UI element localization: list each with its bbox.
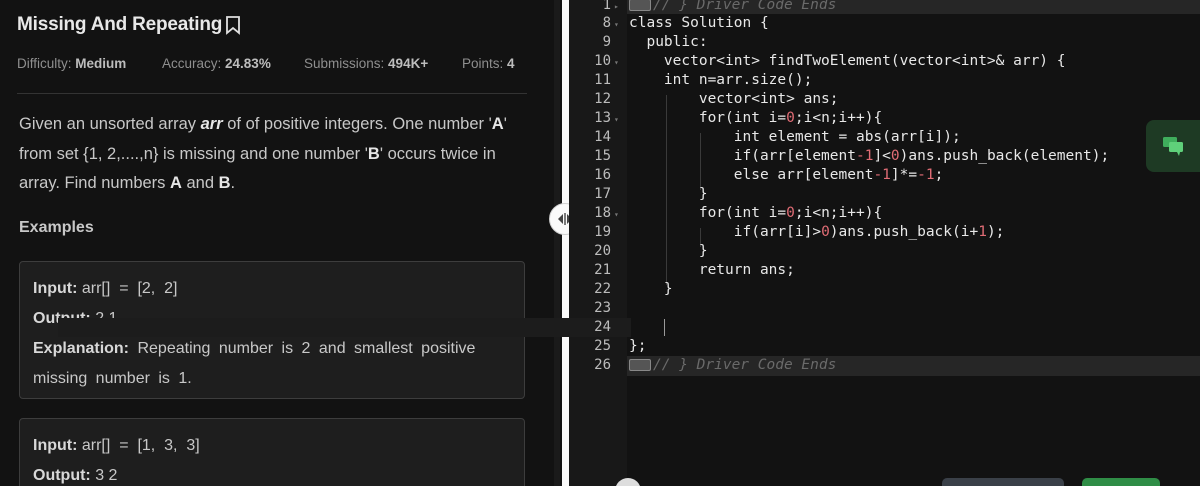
code-text: for(int i=0;i<n;i++){: [629, 110, 883, 126]
code-line[interactable]: 13 ▾ for(int i=0;i<n;i++){: [569, 109, 1200, 128]
fold-arrow-icon[interactable]: ▾: [614, 15, 619, 34]
fold-arrow-icon[interactable]: ▾: [614, 110, 619, 129]
line-number: 8: [602, 15, 611, 31]
code-line[interactable]: 18 ▾ for(int i=0;i<n;i++){: [569, 204, 1200, 223]
line-number: 20: [594, 243, 611, 259]
line-number: 26: [594, 357, 611, 373]
code-text: if(arr[element-1]<0)ans.push_back(elemen…: [629, 148, 1110, 164]
code-line[interactable]: 26 // } Driver Code Ends: [569, 356, 1200, 375]
line-number: 25: [594, 338, 611, 354]
number-literal: -1: [855, 148, 874, 164]
code-line[interactable]: 10 ▾ vector<int> findTwoElement(vector<in…: [569, 52, 1200, 71]
points: Points: 4: [462, 56, 515, 71]
line-number: 24: [594, 319, 611, 335]
code-text: vector<int> ans;: [629, 91, 839, 107]
number-literal: 0: [821, 224, 830, 240]
compile-run-button[interactable]: [942, 478, 1064, 486]
problem-description: Given an unsorted array arr of of positi…: [19, 115, 507, 192]
code-line[interactable]: 14 int element = abs(arr[i]);: [569, 128, 1200, 147]
code-comment: // } Driver Code Ends: [629, 0, 836, 15]
line-number: 17: [594, 186, 611, 202]
difficulty: Difficulty: Medium: [17, 56, 127, 71]
active-line: [58, 318, 631, 337]
code-line[interactable]: 1 ▸// } Driver Code Ends: [569, 0, 1200, 15]
accuracy: Accuracy: 24.83%: [162, 56, 271, 71]
code-line[interactable]: 8 ▾ class Solution {: [569, 14, 1200, 33]
submit-button[interactable]: [1082, 478, 1160, 486]
number-literal: 1: [978, 224, 987, 240]
line-number: 16: [594, 167, 611, 183]
submissions: Submissions: 494K+: [304, 56, 429, 71]
line-number: 21: [594, 262, 611, 278]
code-text: }: [629, 243, 708, 259]
line-number: 14: [594, 129, 611, 145]
code-line[interactable]: 22 }: [569, 280, 1200, 299]
line-number: 9: [602, 34, 611, 50]
code-line[interactable]: 25};: [569, 337, 1200, 356]
panel-splitter[interactable]: [562, 0, 569, 486]
code-line[interactable]: 23: [569, 299, 1200, 318]
line-number: 22: [594, 281, 611, 297]
line-number: 19: [594, 224, 611, 240]
line-number: 12: [594, 91, 611, 107]
code-text: }: [629, 281, 673, 297]
line-number: 18: [594, 205, 611, 221]
code-line[interactable]: 11 int n=arr.size();: [569, 71, 1200, 90]
code-text: int n=arr.size();: [629, 72, 813, 88]
example-box: Input: arr[] = [1, 3, 3] Output: 3 2: [19, 418, 525, 486]
code-text: int element = abs(arr[i]);: [629, 129, 961, 145]
problem-panel: Missing And Repeating Difficulty: Medium…: [0, 0, 560, 486]
code-line[interactable]: 15 if(arr[element-1]<0)ans.push_back(ele…: [569, 147, 1200, 166]
chat-icon[interactable]: [1146, 120, 1200, 172]
code-text: return ans;: [629, 262, 795, 278]
code-line[interactable]: 17 }: [569, 185, 1200, 204]
divider: [17, 93, 527, 94]
fold-arrow-icon[interactable]: ▾: [614, 205, 619, 224]
code-line[interactable]: 19 if(arr[i]>0)ans.push_back(i+1);: [569, 223, 1200, 242]
bookmark-icon[interactable]: [225, 15, 241, 35]
code-text: class Solution {: [629, 15, 769, 31]
fold-arrow-icon[interactable]: ▾: [614, 53, 619, 72]
collapsed-code-icon[interactable]: [629, 359, 651, 371]
line-number: 23: [594, 300, 611, 316]
number-literal: 0: [786, 205, 795, 221]
code-line[interactable]: 20 }: [569, 242, 1200, 261]
line-number: 13: [594, 110, 611, 126]
title-row: Missing And Repeating: [17, 14, 241, 36]
examples-heading: Examples: [19, 219, 94, 236]
code-line[interactable]: 21 return ans;: [569, 261, 1200, 280]
number-literal: -1: [873, 167, 891, 183]
code-text: else arr[element-1]*=-1;: [629, 167, 944, 183]
line-number: 1: [602, 0, 611, 13]
code-text: };: [629, 338, 647, 354]
code-text: public:: [629, 34, 708, 50]
number-literal: 0: [890, 148, 900, 164]
line-number: 10: [594, 53, 611, 69]
line-number: 15: [594, 148, 611, 164]
line-number: 11: [594, 72, 611, 88]
comment-text: // } Driver Code Ends: [653, 357, 837, 373]
code-line[interactable]: 16 else arr[element-1]*=-1;: [569, 166, 1200, 185]
code-line[interactable]: 12 vector<int> ans;: [569, 90, 1200, 109]
problem-meta: Difficulty: Medium Accuracy: 24.83% Subm…: [17, 56, 527, 71]
code-text: }: [629, 186, 708, 202]
code-comment: // } Driver Code Ends: [629, 356, 836, 375]
number-literal: -1: [917, 167, 935, 183]
collapsed-code-icon[interactable]: [629, 0, 651, 11]
code-text: for(int i=0;i<n;i++){: [629, 205, 883, 221]
code-line[interactable]: 24: [569, 318, 1200, 337]
code-line[interactable]: 9 public:: [569, 33, 1200, 52]
left-scrollbar[interactable]: [554, 0, 560, 486]
code-text: if(arr[i]>0)ans.push_back(i+1);: [629, 224, 1005, 240]
number-literal: 0: [786, 110, 795, 126]
code-text: vector<int> findTwoElement(vector<int>& …: [629, 53, 1066, 69]
problem-title: Missing And Repeating: [17, 14, 223, 35]
comment-text: // } Driver Code Ends: [653, 0, 837, 13]
